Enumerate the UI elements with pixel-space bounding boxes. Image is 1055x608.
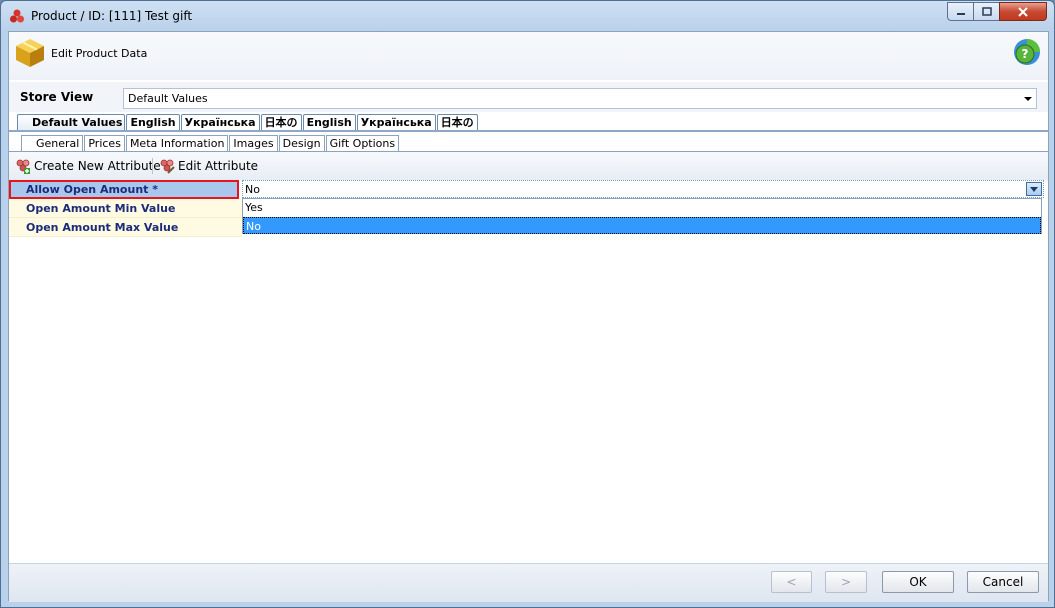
store-view-label: Store View [20,90,94,104]
store-view-value: Default Values [128,92,208,105]
chevron-down-icon [1030,186,1038,192]
section-tabs: General Prices Meta Information Images D… [21,135,400,152]
create-attribute-icon [16,159,30,174]
header-title: Edit Product Data [51,47,148,60]
tab-gift-options[interactable]: Gift Options [325,135,400,152]
tab-prices[interactable]: Prices [84,135,125,152]
maximize-icon [981,6,992,16]
next-button[interactable]: > [825,571,867,593]
store-tabs-divider [9,130,1048,132]
title-bar: Product / ID: [111] Test gift [1,1,1054,31]
toolbar-separator [152,158,153,174]
dialog-footer: < > OK Cancel [9,563,1048,602]
client-area: Edit Product Data ? Store View Default V… [8,31,1049,602]
tab-design[interactable]: Design [278,135,325,152]
store-tab-default[interactable]: Default Values [17,114,126,131]
chevron-down-icon [1024,97,1032,101]
store-tab-japanese[interactable]: 日本の [260,114,302,131]
dropdown-option-no[interactable]: No [243,217,1041,234]
dropdown-toggle-button[interactable] [1026,182,1042,196]
app-logo-icon [10,9,24,23]
allow-open-amount-dropdown: Yes No [242,198,1042,234]
minimize-button[interactable] [947,2,974,21]
tab-images[interactable]: Images [229,135,278,152]
previous-button[interactable]: < [771,571,812,593]
store-tab-japanese-2[interactable]: 日本の [436,114,478,131]
tab-general[interactable]: General [21,135,84,152]
window-title: Product / ID: [111] Test gift [31,9,193,23]
store-tab-ukrainian-2[interactable]: Українська [356,114,436,131]
allow-open-amount-value: No [245,183,260,196]
store-view-row: Store View Default Values [9,82,1048,112]
create-attribute-button[interactable]: Create New Attribute [15,157,161,175]
store-tab-english[interactable]: English [126,114,180,131]
edit-attribute-button[interactable]: Edit Attribute [159,157,258,175]
cancel-button[interactable]: Cancel [967,571,1039,593]
close-icon [1018,6,1028,17]
store-tabs: Default Values English Українська 日本の En… [17,114,479,131]
store-tab-english-2[interactable]: English [302,114,356,131]
table-row: Allow Open Amount * No [9,180,1048,199]
attribute-name-open-amount-min[interactable]: Open Amount Min Value [9,199,242,218]
store-view-select[interactable]: Default Values [123,88,1037,109]
attribute-name-allow-open-amount[interactable]: Allow Open Amount * [9,180,239,199]
store-tab-ukrainian[interactable]: Українська [180,114,260,131]
allow-open-amount-select[interactable]: No [242,180,1044,198]
dialog-header: Edit Product Data ? [9,32,1048,80]
help-icon[interactable]: ? [1012,37,1042,67]
product-window: Product / ID: [111] Test gift Edit Produ… [0,0,1055,608]
tab-meta-information[interactable]: Meta Information [125,135,229,152]
svg-text:?: ? [1022,47,1029,61]
minimize-icon [956,12,965,15]
ok-button[interactable]: OK [882,571,954,593]
create-attribute-label: Create New Attribute [34,159,161,173]
edit-attribute-label: Edit Attribute [178,159,259,173]
dropdown-option-yes[interactable]: Yes [243,199,1041,216]
maximize-button[interactable] [973,2,1000,21]
edit-attribute-icon [160,159,175,174]
attribute-name-open-amount-max[interactable]: Open Amount Max Value [9,218,242,237]
close-button[interactable] [999,2,1047,21]
product-box-icon [16,39,44,67]
attribute-toolbar: Create New Attribute Edit Attribute [9,152,1048,180]
